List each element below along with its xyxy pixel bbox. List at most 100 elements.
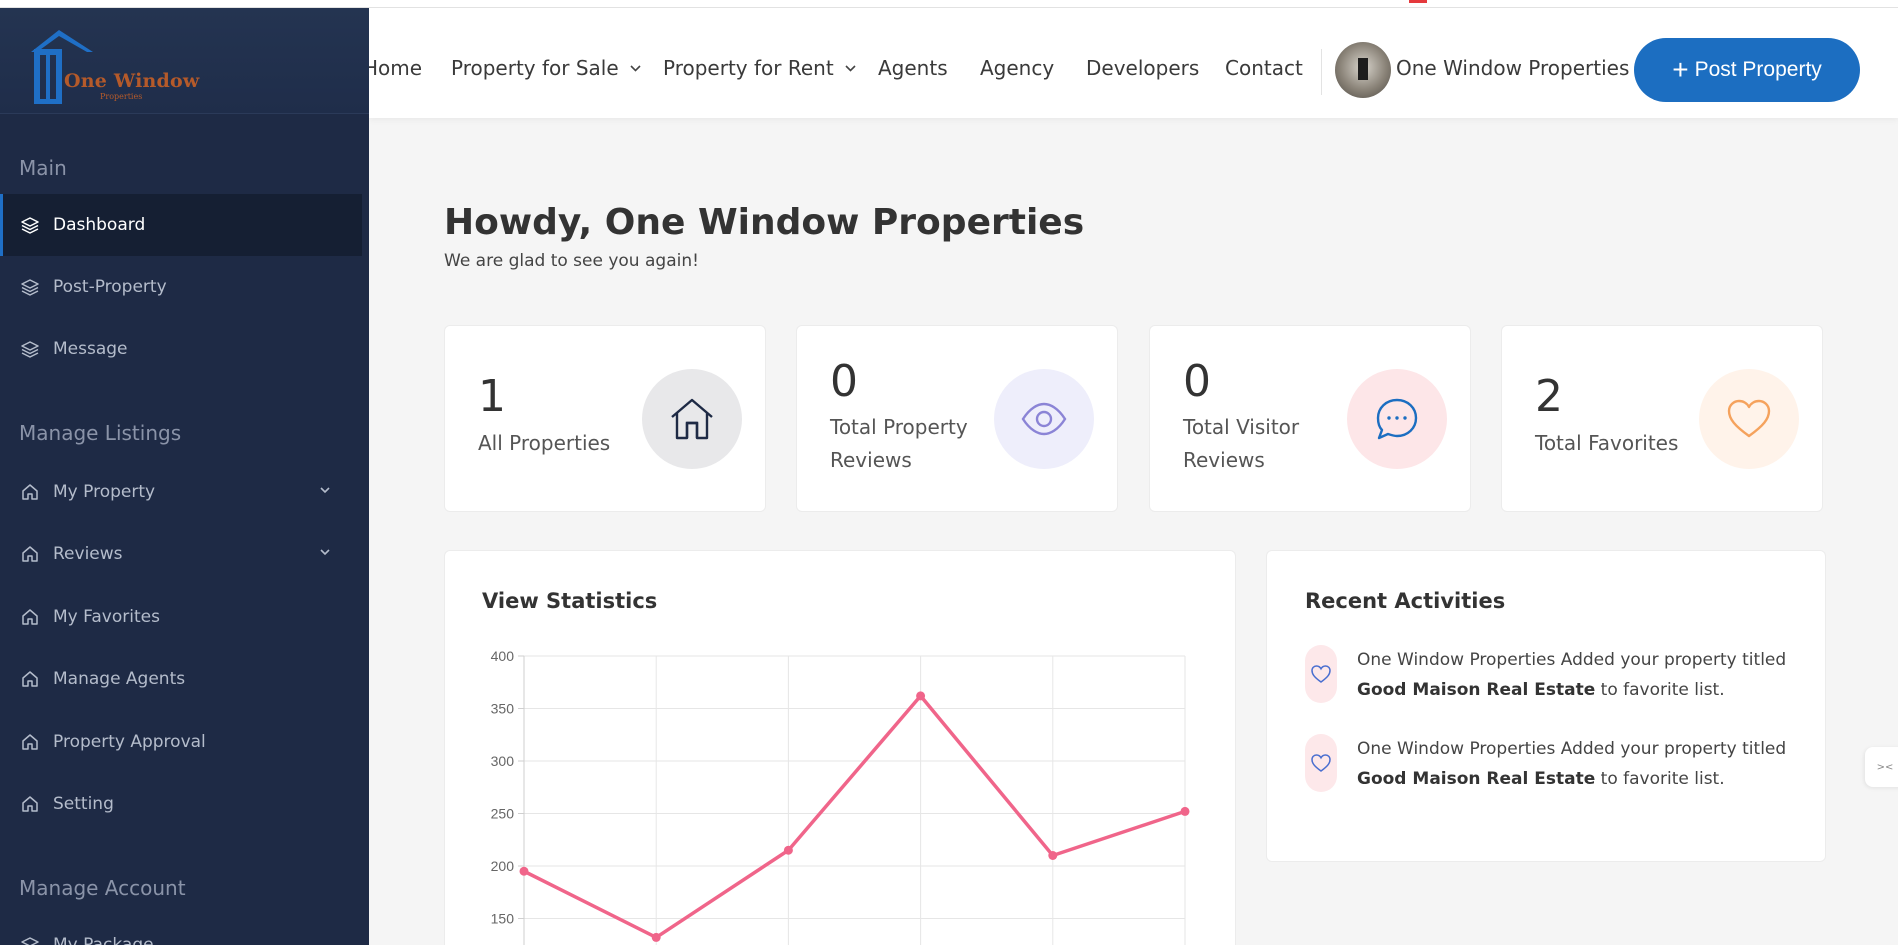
chat-icon: [1347, 369, 1447, 469]
sidebar-item-label: My Package: [53, 935, 154, 945]
page-title: Howdy, One Window Properties: [444, 202, 1085, 243]
line-chart: 400 350 300 250 200 150: [491, 648, 1190, 945]
nav-label: Property for Sale: [451, 56, 619, 80]
stat-value: 1: [478, 371, 506, 422]
nav-home[interactable]: Home: [363, 56, 422, 80]
activity-property-title[interactable]: Good Maison Real Estate: [1357, 769, 1595, 789]
view-statistics-panel: View Statistics 400 350 300 250 200 150: [444, 550, 1236, 945]
y-tick-label: 300: [491, 753, 515, 769]
stat-card-property-reviews: 0 Total Property Reviews: [796, 325, 1118, 512]
nav-agency[interactable]: Agency: [980, 56, 1054, 80]
home-icon: [20, 669, 40, 689]
activity-prefix: One Window Properties Added your propert…: [1357, 650, 1787, 670]
activity-property-title[interactable]: Good Maison Real Estate: [1357, 680, 1595, 700]
chevron-down-icon[interactable]: [318, 483, 332, 497]
post-property-label: Post Property: [1694, 58, 1822, 81]
sidebar-item-label: Post-Property: [53, 277, 167, 297]
y-tick-label: 350: [491, 701, 515, 717]
home-icon: [20, 607, 40, 627]
nav-developers[interactable]: Developers: [1086, 56, 1199, 80]
sidebar-item-manage-agents[interactable]: Manage Agents: [0, 648, 362, 710]
logo[interactable]: One Window Properties: [0, 8, 369, 114]
heart-icon: [1305, 645, 1337, 703]
recent-activities-panel: Recent Activities One Window Properties …: [1266, 550, 1826, 862]
heart-icon: [1699, 369, 1799, 469]
data-point: [783, 845, 793, 855]
data-point: [1048, 851, 1058, 860]
sidebar-item-dashboard[interactable]: Dashboard: [0, 194, 362, 256]
sidebar-item-post-property[interactable]: Post-Property: [0, 256, 362, 318]
logo-icon: [31, 30, 93, 104]
activity-suffix: to favorite list.: [1600, 769, 1725, 789]
series-line: [523, 694, 1186, 940]
sidebar-item-my-favorites[interactable]: My Favorites: [0, 586, 362, 648]
nav-agents[interactable]: Agents: [878, 56, 948, 80]
nav-property-for-rent[interactable]: Property for Rent: [663, 56, 857, 80]
side-tab-handle[interactable]: ><: [1865, 747, 1898, 787]
notification-dot: [1409, 0, 1427, 3]
sidebar-item-my-property[interactable]: My Property: [0, 461, 362, 523]
home-icon: [20, 794, 40, 814]
page-subtitle: We are glad to see you again!: [444, 251, 699, 271]
stat-label: Total Visitor Reviews: [1183, 415, 1300, 472]
y-tick-label: 200: [491, 858, 515, 874]
user-name[interactable]: One Window Properties: [1396, 56, 1629, 80]
sidebar-item-label: My Property: [53, 482, 156, 502]
logo-text: One Window: [64, 70, 200, 92]
data-point: [519, 866, 529, 876]
home-icon: [20, 482, 40, 502]
nav-divider: [1321, 49, 1322, 95]
activity-text: One Window Properties Added your propert…: [1357, 734, 1797, 794]
data-point: [1180, 806, 1190, 816]
sidebar-item-setting[interactable]: Setting: [0, 773, 362, 835]
section-manage-listings: Manage Listings: [19, 421, 182, 445]
section-main: Main: [19, 156, 67, 180]
house-icon: [642, 369, 742, 469]
sidebar-item-label: Setting: [53, 794, 114, 814]
stat-value: 2: [1535, 371, 1563, 422]
sidebar-item-message[interactable]: Message: [0, 318, 362, 380]
data-point: [651, 932, 661, 942]
section-manage-account: Manage Account: [19, 876, 186, 900]
stat-label: Total Favorites: [1535, 431, 1679, 455]
data-point: [916, 691, 926, 701]
stat-card-visitor-reviews: 0 Total Visitor Reviews: [1149, 325, 1471, 512]
chevron-down-icon: [630, 64, 641, 72]
nav-property-for-sale[interactable]: Property for Sale: [451, 56, 642, 80]
eye-icon: [994, 369, 1094, 469]
stat-card-all-properties: 1 All Properties: [444, 325, 766, 512]
activity-prefix: One Window Properties Added your propert…: [1357, 739, 1787, 759]
plus-icon: +: [1672, 54, 1689, 85]
sidebar-item-reviews[interactable]: Reviews: [0, 523, 362, 585]
stat-value: 0: [830, 356, 858, 407]
sidebar-item-my-package[interactable]: My Package: [0, 914, 362, 945]
sidebar-item-label: My Favorites: [53, 607, 160, 627]
sidebar-item-label: Dashboard: [53, 215, 146, 235]
chevron-down-icon: [845, 64, 856, 72]
y-tick-label: 150: [491, 911, 515, 927]
sidebar-item-label: Message: [53, 339, 128, 359]
logo-subtext: Properties: [100, 92, 143, 101]
avatar[interactable]: [1335, 42, 1391, 98]
layers-icon: [20, 339, 40, 359]
layers-icon: [20, 215, 40, 235]
sidebar: One Window Properties Main Dashboard Pos…: [0, 8, 369, 945]
nav-contact[interactable]: Contact: [1225, 56, 1303, 80]
stat-card-favorites: 2 Total Favorites: [1501, 325, 1823, 512]
y-tick-label: 400: [491, 648, 515, 664]
activity-text: One Window Properties Added your propert…: [1357, 645, 1797, 705]
stat-label: All Properties: [478, 431, 611, 455]
post-property-button[interactable]: + Post Property: [1634, 38, 1860, 102]
nav-label: Property for Rent: [663, 56, 834, 80]
y-tick-label: 250: [491, 806, 515, 822]
main-content: Howdy, One Window Properties We are glad…: [369, 118, 1898, 945]
top-navbar: Home Property for Sale Property for Rent…: [363, 8, 1898, 118]
stat-label: Total Property Reviews: [830, 415, 968, 472]
panel-title: Recent Activities: [1305, 589, 1506, 613]
chevron-down-icon[interactable]: [318, 545, 332, 559]
stat-value: 0: [1183, 356, 1211, 407]
home-icon: [20, 544, 40, 564]
home-icon: [20, 732, 40, 752]
sidebar-item-property-approval[interactable]: Property Approval: [0, 711, 362, 773]
sidebar-item-label: Reviews: [53, 544, 123, 564]
